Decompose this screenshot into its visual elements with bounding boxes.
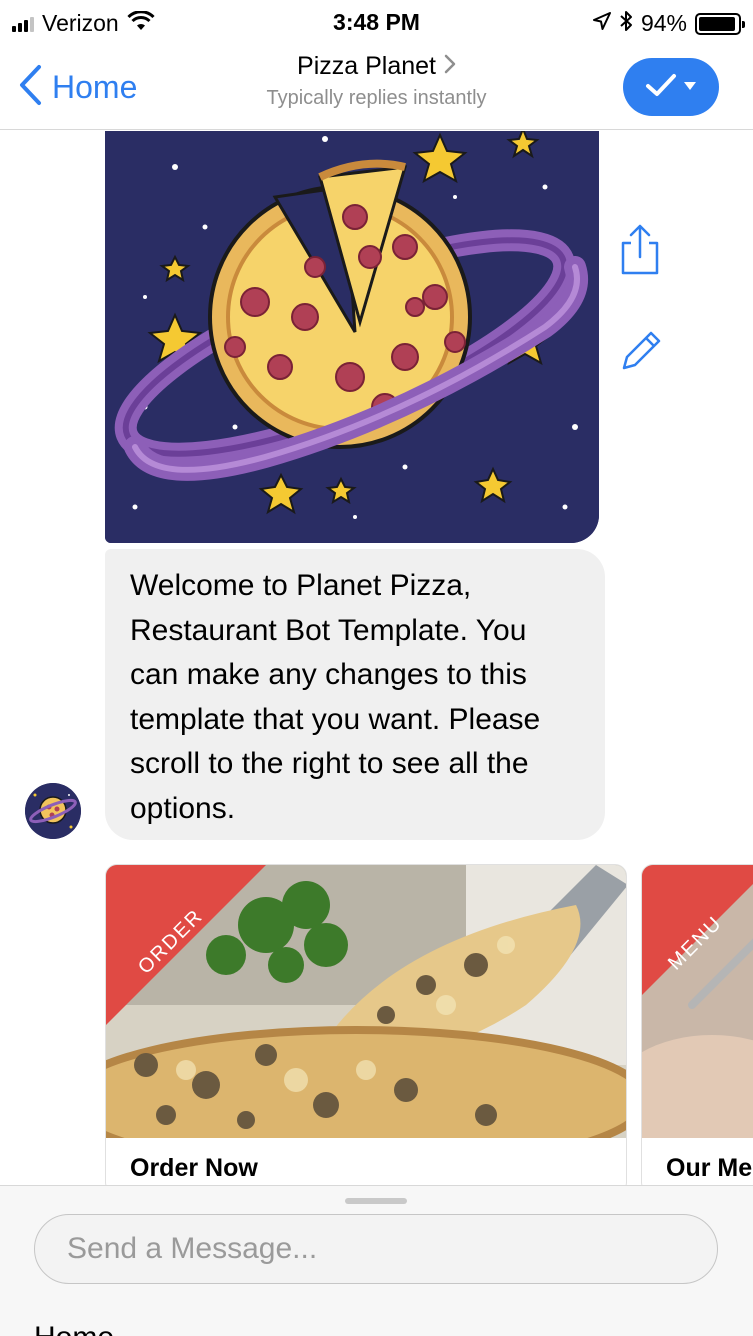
done-dropdown-button[interactable]	[623, 58, 719, 116]
battery-fill	[699, 16, 735, 31]
bot-message-text: Welcome to Planet Pizza, Restaurant Bot …	[130, 569, 541, 825]
share-icon[interactable]	[618, 223, 662, 284]
battery-icon	[695, 12, 745, 35]
bluetooth-icon	[619, 10, 633, 37]
bot-message-bubble: Welcome to Planet Pizza, Restaurant Bot …	[105, 549, 605, 840]
battery-percent: 94%	[640, 10, 687, 36]
chat-thread[interactable]: Welcome to Planet Pizza, Restaurant Bot …	[0, 131, 753, 1185]
location-arrow-icon	[592, 12, 611, 35]
nav-bar: Home Pizza Planet Typically replies inst…	[0, 44, 753, 130]
carousel-card-menu[interactable]: MENU Our Me	[641, 864, 753, 1185]
page-title[interactable]: Pizza Planet	[297, 52, 456, 81]
carousel-card-order[interactable]: ORDER Order Now	[105, 864, 627, 1185]
pencil-icon[interactable]	[618, 326, 666, 379]
caret-down-icon	[683, 78, 697, 96]
chevron-right-icon	[444, 52, 456, 81]
order-card-image[interactable]: ORDER	[106, 865, 626, 1138]
drawer-handle[interactable]	[345, 1198, 407, 1204]
menu-card-image[interactable]: MENU	[642, 865, 753, 1138]
bot-avatar[interactable]	[25, 783, 81, 839]
checkmark-icon	[645, 73, 677, 102]
status-bar: Verizon 3:48 PM 94%	[0, 0, 753, 44]
composer: Home	[0, 1185, 753, 1336]
pizza-planet-image[interactable]	[105, 131, 599, 543]
message-input[interactable]	[34, 1214, 718, 1284]
order-card-title: Order Now	[130, 1154, 258, 1182]
page-title-text: Pizza Planet	[297, 52, 436, 80]
status-right: 94%	[592, 10, 745, 37]
menu-card-title: Our Me	[666, 1154, 753, 1182]
persistent-menu-item-home[interactable]: Home	[34, 1320, 114, 1336]
